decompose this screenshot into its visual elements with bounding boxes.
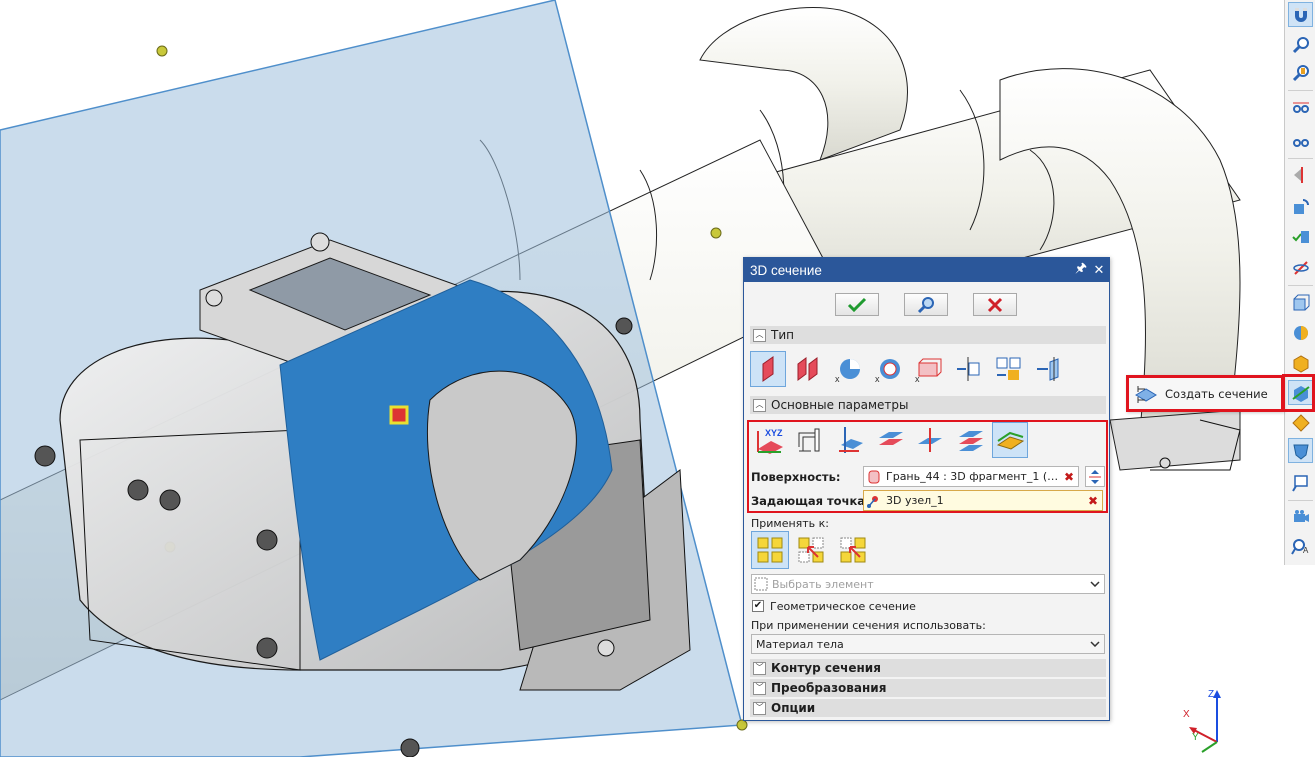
expand-icon: ﹀ [753, 701, 766, 715]
section-options-label: Опции [771, 701, 816, 715]
surface-field[interactable]: Грань_44 : 3D фрагмент_1 (АОД... ✖ [863, 466, 1079, 487]
box-section-button[interactable]: x [910, 351, 946, 387]
3d-viewport[interactable] [0, 0, 1315, 757]
toolbar-highlight-frame [1282, 374, 1315, 412]
glasses-icon[interactable] [1288, 94, 1313, 119]
point-field[interactable]: 3D узел_1 ✖ [863, 490, 1103, 511]
offset-plane-button[interactable] [792, 422, 828, 458]
two-planes-section-button[interactable] [790, 351, 826, 387]
create-section-flyout-label: Создать сечение [1165, 386, 1268, 401]
expand-icon: ﹀ [753, 661, 766, 675]
zoom-window-icon[interactable] [1288, 470, 1313, 495]
select-element-dropdown[interactable]: Выбрать элемент [751, 574, 1105, 594]
zoom-icon[interactable] [1288, 32, 1313, 57]
select-element-placeholder: Выбрать элемент [772, 577, 874, 591]
use-when-applying-label: При применении сечения использовать: [751, 619, 986, 632]
surface-value: Грань_44 : 3D фрагмент_1 (АОД... [886, 470, 1060, 483]
apply-selected-button[interactable] [792, 531, 830, 569]
perpendicular-plane-button[interactable] [912, 422, 948, 458]
cube-shaded-icon[interactable] [1288, 350, 1313, 375]
axis-plane-button[interactable] [832, 422, 868, 458]
close-icon[interactable]: ✕ [1091, 262, 1107, 278]
section-contour-label: Контур сечения [771, 661, 881, 675]
section-transformations-header[interactable]: ﹀ Преобразования [750, 679, 1106, 697]
box-axis-section-button[interactable] [990, 351, 1026, 387]
svg-text:XYZ: XYZ [765, 428, 783, 438]
cube-wire-icon[interactable] [1288, 290, 1313, 315]
dialog-titlebar[interactable]: 3D сечение 🖈 ✕ [744, 258, 1109, 282]
triad-z-label: Z [1208, 689, 1214, 700]
view-toolbar: A [1284, 0, 1315, 565]
diamond-view-icon[interactable] [1288, 410, 1313, 435]
create-section-flyout-icon [1133, 381, 1159, 407]
shading-sphere-icon[interactable] [1288, 320, 1313, 345]
cancel-button[interactable] [973, 293, 1017, 316]
two-planes-button[interactable] [952, 422, 988, 458]
surface-label: Поверхность: [751, 470, 841, 484]
material-value: Материал тела [756, 637, 844, 651]
zoom-fit-icon[interactable] [1288, 60, 1313, 85]
create-section-flyout[interactable]: Создать сечение [1126, 375, 1284, 412]
parallel-plane-button[interactable] [872, 422, 908, 458]
sector-section-button[interactable]: x [830, 351, 866, 387]
apply-to-label: Применять к: [751, 517, 830, 530]
axes-rotate-icon[interactable] [1288, 255, 1313, 280]
cylinder-sector-button[interactable]: x [870, 351, 906, 387]
zoom-annotation-icon[interactable]: A [1288, 534, 1313, 559]
surface-plane-button[interactable] [992, 422, 1028, 458]
arrow-plane-section-button[interactable] [1030, 351, 1066, 387]
face-icon [868, 470, 880, 483]
dashed-select-icon [754, 577, 768, 591]
geometric-section-label: Геометрическое сечение [770, 600, 916, 613]
triad-y-label: Y [1192, 732, 1199, 743]
section-contour-header[interactable]: ﹀ Контур сечения [750, 659, 1106, 677]
geometric-section-checkbox[interactable]: ✔ [752, 600, 764, 612]
section-transformations-label: Преобразования [771, 681, 887, 695]
ok-button[interactable] [835, 293, 879, 316]
shield-view-icon[interactable] [1288, 438, 1313, 463]
expand-icon: ﹀ [753, 681, 766, 695]
collapse-icon: ︿ [753, 328, 766, 342]
axis-section-button[interactable] [950, 351, 986, 387]
check-list-icon[interactable] [1288, 224, 1313, 249]
xyz-plane-button[interactable]: XYZ [752, 422, 788, 458]
point-value: 3D узел_1 [886, 494, 944, 507]
apply-except-button[interactable] [834, 531, 872, 569]
pin-icon[interactable]: 🖈 [1073, 260, 1089, 278]
reverse-direction-button[interactable] [1085, 466, 1105, 487]
section-type-label: Тип [771, 328, 794, 342]
preview-button[interactable] [904, 293, 948, 316]
svg-text:x: x [915, 374, 920, 383]
surface-clear-icon[interactable]: ✖ [1060, 467, 1078, 486]
svg-text:A: A [1303, 546, 1309, 555]
dialog-title: 3D сечение [750, 262, 822, 278]
svg-text:x: x [835, 374, 840, 383]
collapse-icon: ︿ [753, 398, 766, 412]
section-point-marker[interactable] [389, 405, 409, 425]
node-point-icon [867, 495, 878, 508]
material-dropdown[interactable]: Материал тела [751, 634, 1105, 654]
section-type-header[interactable]: ︿ Тип [750, 326, 1106, 344]
chevron-down-icon [1086, 635, 1104, 653]
section-3d-dialog: 3D сечение 🖈 ✕ ︿ Тип x x x ︿ Основные па… [743, 257, 1110, 721]
plane-section-button[interactable] [750, 351, 786, 387]
chevron-down-icon [1086, 575, 1104, 593]
swap-direction-icon [1089, 469, 1101, 484]
magnet-icon[interactable] [1288, 2, 1313, 27]
axis-triad: Z X Y [1183, 689, 1221, 753]
section-main-params-header[interactable]: ︿ Основные параметры [750, 396, 1106, 414]
point-label: Задающая точка: [751, 494, 870, 508]
section-main-params-label: Основные параметры [771, 398, 909, 412]
point-clear-icon[interactable]: ✖ [1084, 491, 1102, 510]
cut-plane-icon[interactable] [1288, 162, 1313, 187]
glasses-view-icon[interactable] [1288, 128, 1313, 153]
section-options-header[interactable]: ﹀ Опции [750, 699, 1106, 717]
rotate-body-icon[interactable] [1288, 194, 1313, 219]
camera-icon[interactable] [1288, 504, 1313, 529]
svg-text:x: x [875, 374, 880, 383]
triad-x-label: X [1183, 709, 1190, 720]
apply-all-button[interactable] [751, 531, 789, 569]
